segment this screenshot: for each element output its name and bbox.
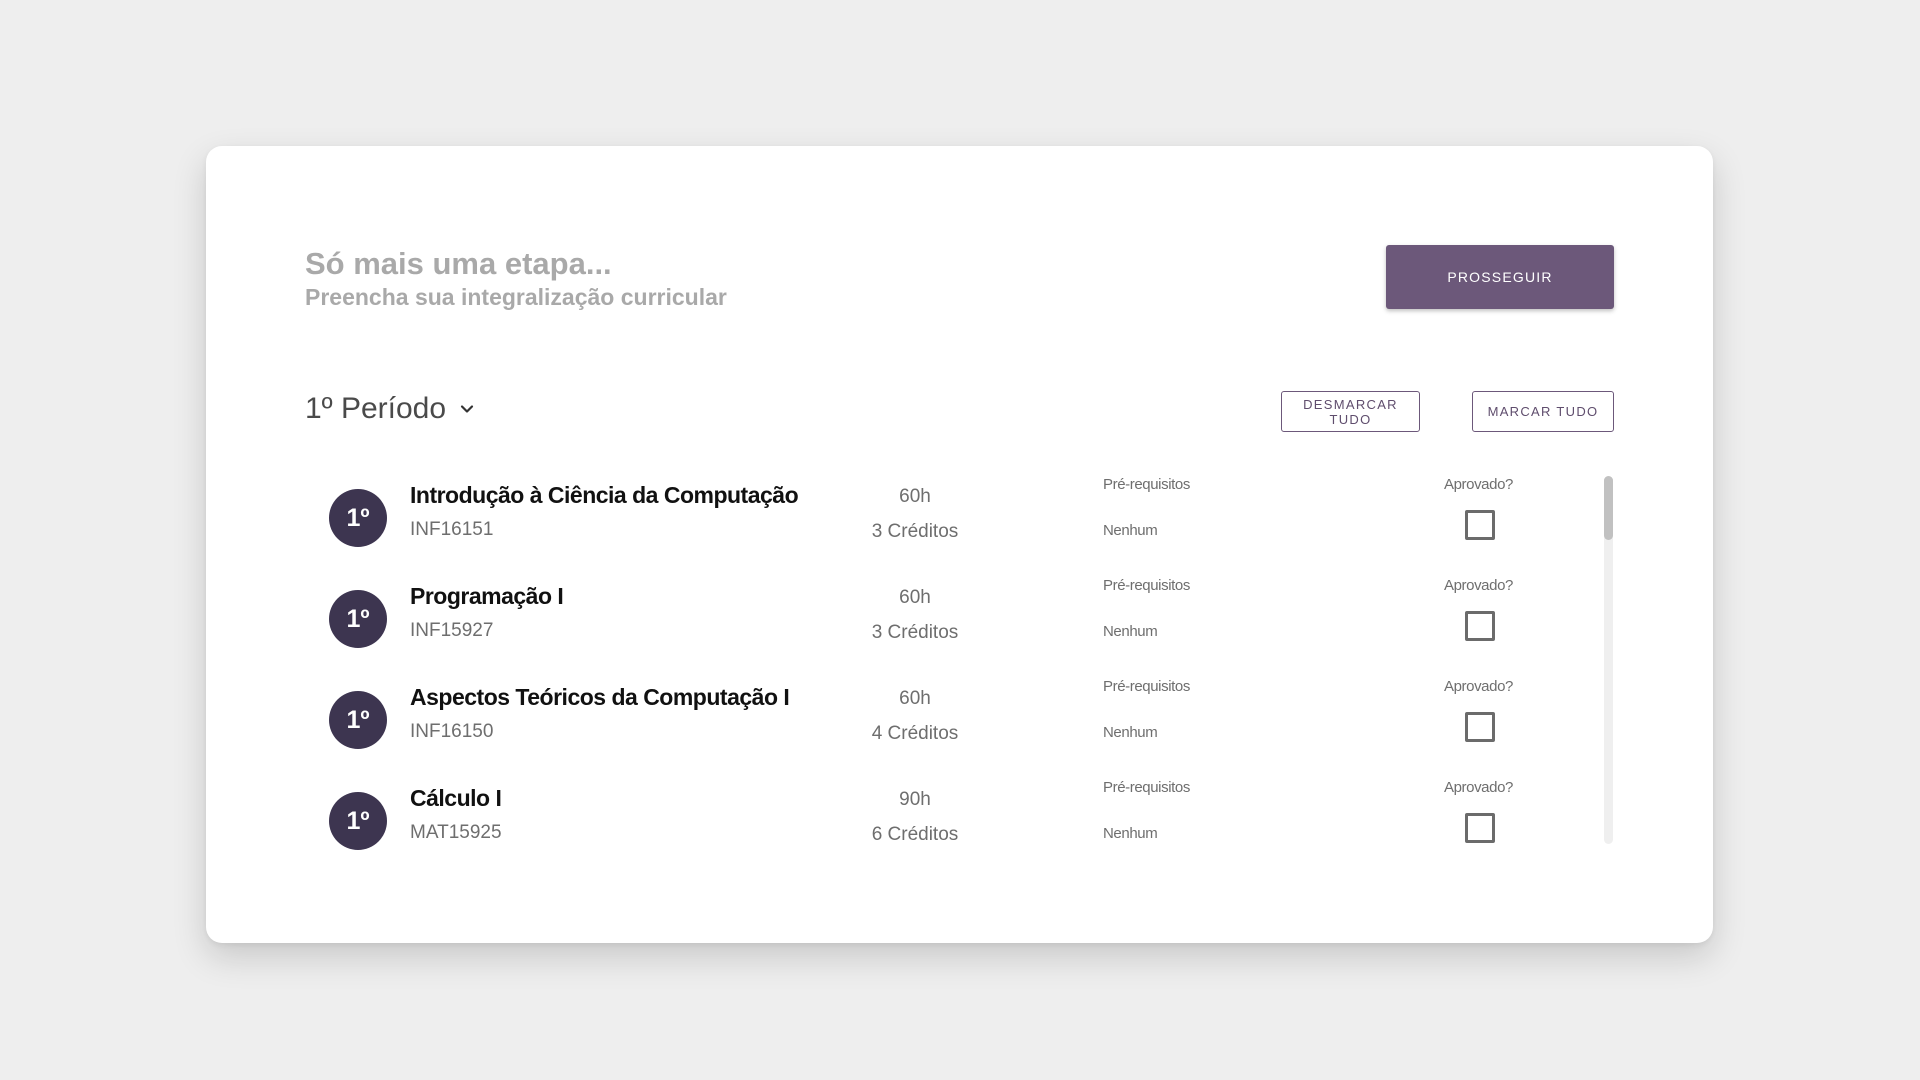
scrollbar-thumb[interactable] [1604,476,1613,540]
course-name: Programação I [410,583,564,609]
prereq-label: Pré-requisitos [1103,779,1190,796]
unmark-all-button[interactable]: DESMARCAR TUDO [1281,391,1420,432]
prereq-value: Nenhum [1103,623,1158,640]
course-hours: 60h [899,486,931,507]
course-list: 1º Introdução à Ciência da Computação IN… [305,476,1635,850]
course-code: INF15927 [410,620,494,641]
course-credits: 3 Créditos [871,622,959,643]
prereq-label: Pré-requisitos [1103,678,1190,695]
period-label: 1º Período [305,392,447,425]
prereq-label: Pré-requisitos [1103,476,1190,493]
prereq-value: Nenhum [1103,825,1158,842]
approved-label: Aprovado? [1444,678,1513,695]
page-subtitle: Preencha sua integralização curricular [305,284,727,310]
course-credits: 4 Créditos [871,723,959,744]
approved-checkbox[interactable] [1465,611,1495,641]
period-badge: 1º [329,792,387,850]
prereq-label: Pré-requisitos [1103,577,1190,594]
page-title: Só mais uma etapa... [305,246,612,281]
period-badge: 1º [329,489,387,547]
approved-checkbox[interactable] [1465,510,1495,540]
course-row: 1º Aspectos Teóricos da Computação I INF… [305,678,1615,779]
course-hours: 60h [899,587,931,608]
course-row: 1º Cálculo I MAT15925 90h 6 Créditos Pré… [305,779,1615,880]
course-row: 1º Introdução à Ciência da Computação IN… [305,476,1615,577]
course-name: Introdução à Ciência da Computação [410,482,799,508]
integralization-card: Só mais uma etapa... Preencha sua integr… [206,146,1713,943]
approved-label: Aprovado? [1444,577,1513,594]
course-code: INF16150 [410,721,494,742]
prereq-value: Nenhum [1103,522,1158,539]
course-credits: 3 Créditos [871,521,959,542]
prereq-value: Nenhum [1103,724,1158,741]
mark-all-button[interactable]: MARCAR TUDO [1472,391,1614,432]
course-name: Aspectos Teóricos da Computação I [410,684,790,710]
approved-label: Aprovado? [1444,779,1513,796]
period-dropdown[interactable]: 1º Período [305,392,476,426]
course-code: MAT15925 [410,822,502,843]
period-badge: 1º [329,590,387,648]
course-hours: 90h [899,789,931,810]
proceed-button[interactable]: PROSSEGUIR [1386,245,1614,309]
course-credits: 6 Créditos [871,824,959,845]
period-badge: 1º [329,691,387,749]
course-name: Cálculo I [410,785,502,811]
course-row: 1º Programação I INF15927 60h 3 Créditos… [305,577,1615,678]
approved-label: Aprovado? [1444,476,1513,493]
course-hours: 60h [899,688,931,709]
approved-checkbox[interactable] [1465,813,1495,843]
course-list-scrollbar[interactable] [1604,476,1613,844]
course-code: INF16151 [410,519,494,540]
chevron-down-icon [460,405,474,413]
approved-checkbox[interactable] [1465,712,1495,742]
